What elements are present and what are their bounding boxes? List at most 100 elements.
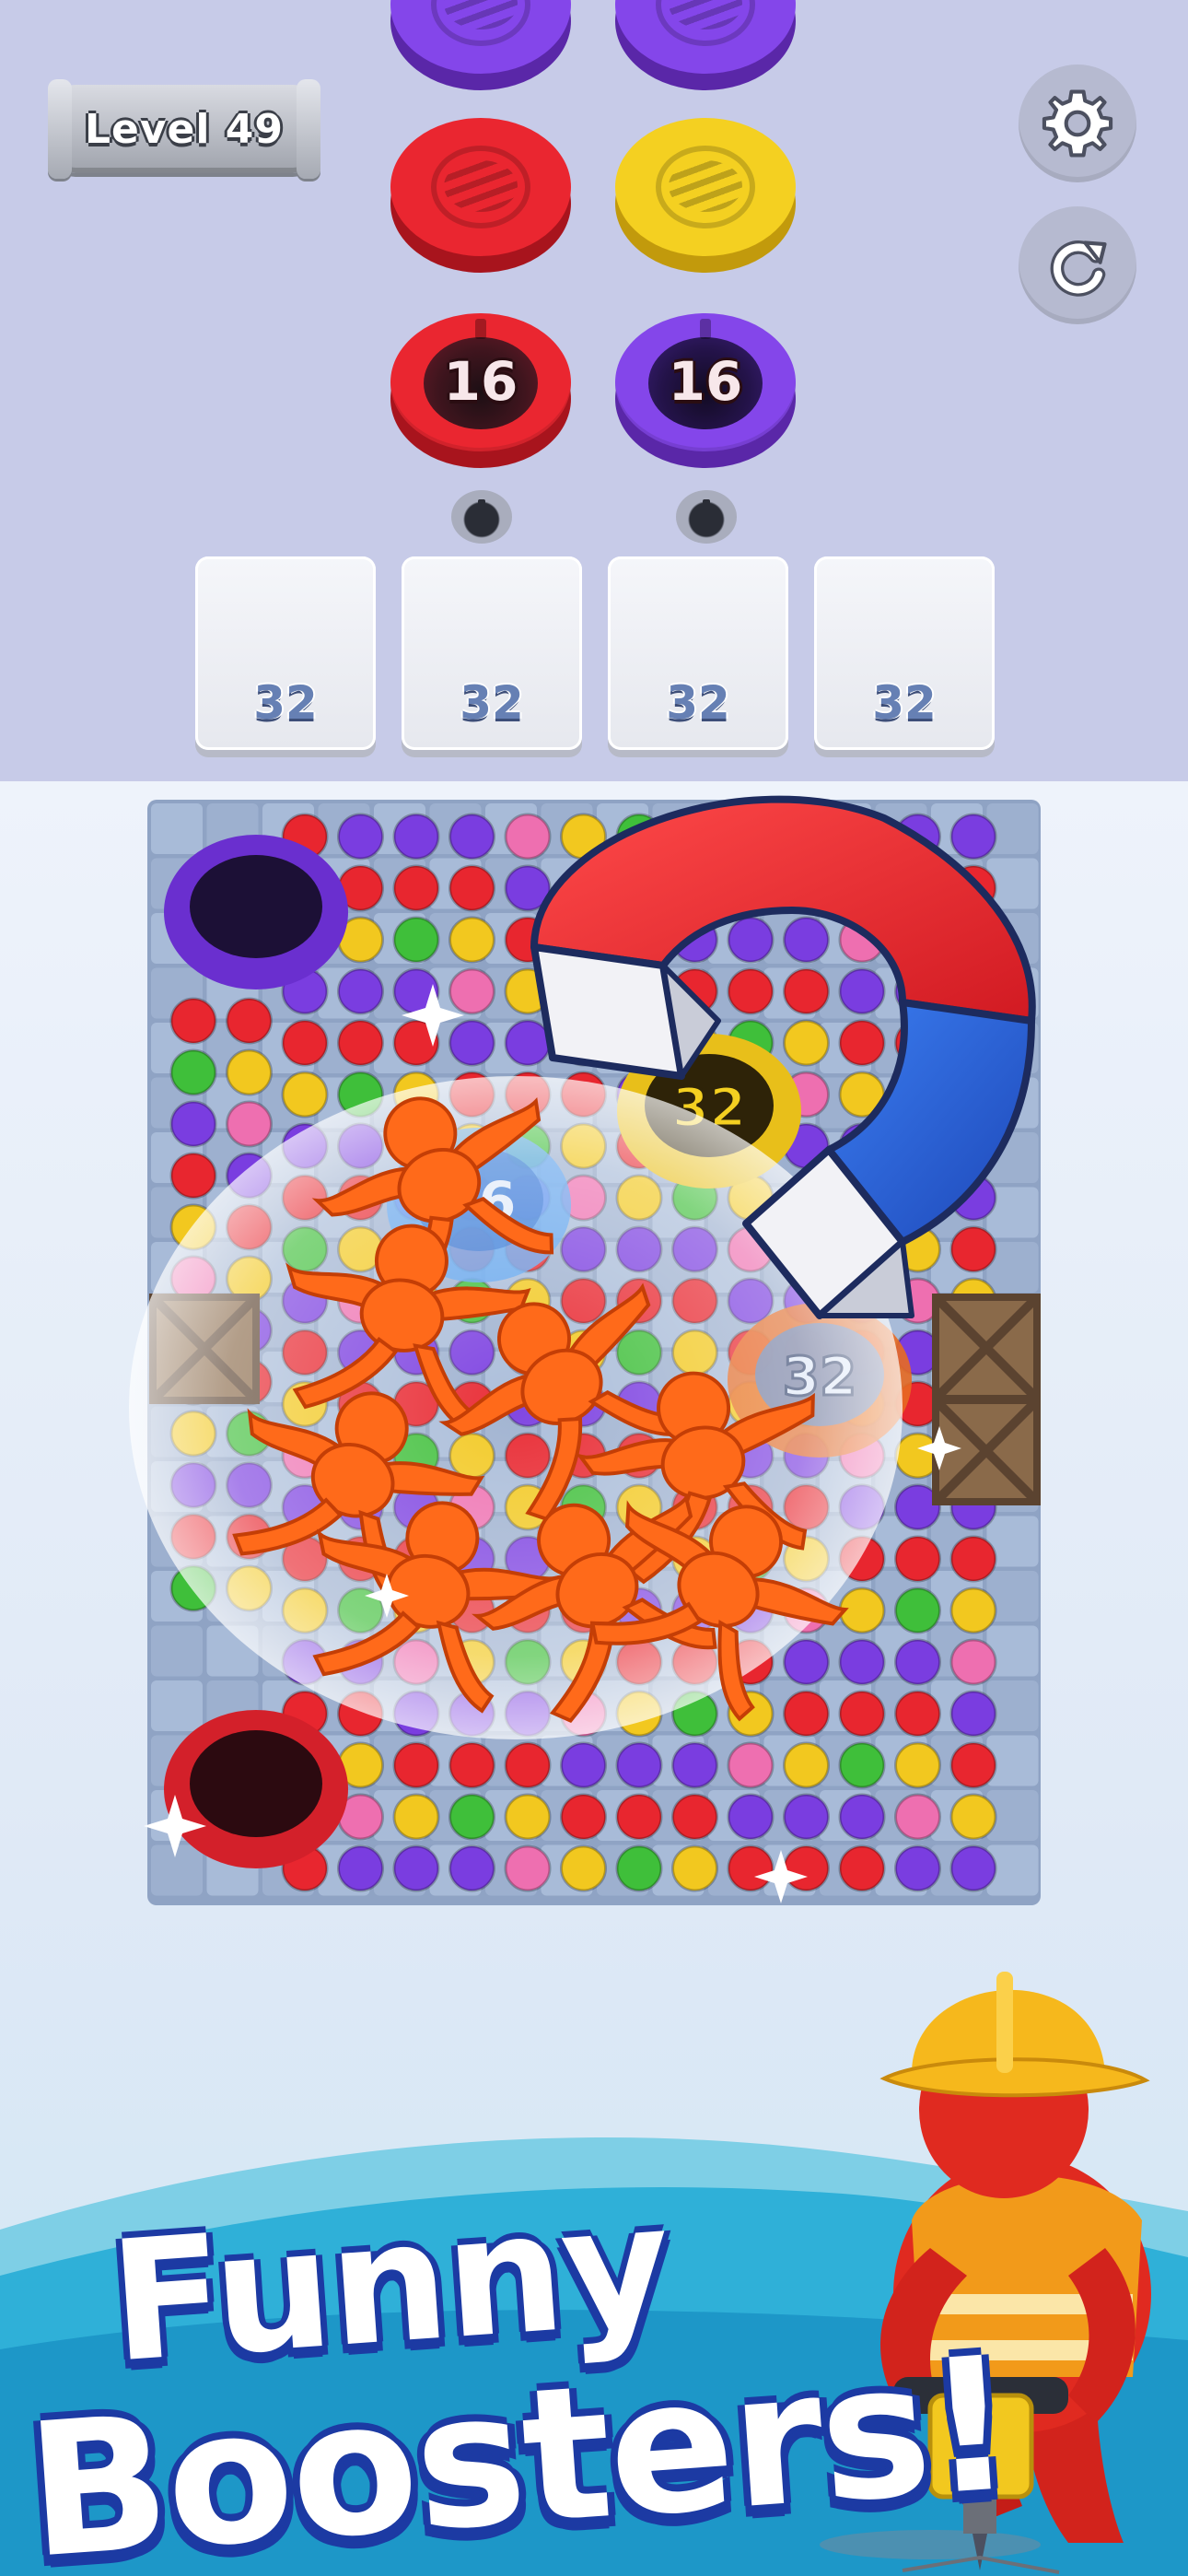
settings-button[interactable]: [1019, 64, 1136, 182]
crowd-person: [392, 813, 440, 861]
crowd-person: [671, 1844, 718, 1892]
purple-lid: [615, 0, 796, 90]
top-hud: Level 49 16 16 32 32 32 32: [0, 0, 1188, 781]
crowd-person: [504, 1844, 552, 1892]
level-badge: Level 49: [48, 79, 320, 179]
red-lid: [390, 118, 571, 273]
red-hole[interactable]: [164, 1710, 348, 1868]
crowd-person: [281, 1071, 329, 1118]
crowd-person: [727, 967, 775, 1015]
crowd-person: [783, 1638, 830, 1686]
crowd-person: [894, 1535, 941, 1583]
crowd-person: [169, 997, 217, 1045]
crowd-person: [392, 1741, 440, 1789]
crowd-person: [615, 1844, 663, 1892]
red-counter-cap[interactable]: 16: [390, 313, 571, 468]
crowd-person: [783, 967, 830, 1015]
crowd-person: [949, 813, 997, 861]
crowd-person: [949, 1587, 997, 1634]
crowd-person: [783, 1690, 830, 1738]
crowd-person: [392, 1793, 440, 1841]
crowd-person: [504, 1793, 552, 1841]
holding-slot[interactable]: 32: [814, 556, 995, 750]
crowd-person: [838, 1638, 886, 1686]
crowd-person: [949, 1793, 997, 1841]
crowd-person: [448, 1741, 495, 1789]
crowd-person: [894, 1793, 941, 1841]
board-tile: [151, 1625, 203, 1677]
gear-icon: [1042, 89, 1113, 158]
crowd-person: [226, 1048, 273, 1096]
purple-lid: [390, 0, 571, 90]
crowd-person: [615, 1741, 663, 1789]
crowd-person: [838, 1793, 886, 1841]
crowd-person: [783, 1793, 830, 1841]
slot-count: 32: [666, 676, 730, 730]
crowd-person: [949, 1535, 997, 1583]
crowd-person: [448, 916, 495, 964]
board-tile: [151, 1680, 203, 1731]
crowd-person: [448, 1793, 495, 1841]
crowd-person: [727, 1741, 775, 1789]
crowd-person: [727, 1844, 775, 1892]
crowd-person: [392, 1844, 440, 1892]
board-tile: [151, 1844, 203, 1896]
crowd-person: [727, 1793, 775, 1841]
holding-slot[interactable]: 32: [608, 556, 788, 750]
crowd-person: [894, 1741, 941, 1789]
purple-counter-cap[interactable]: 16: [615, 313, 796, 468]
crowd-person: [169, 1152, 217, 1200]
purple-hole[interactable]: [164, 835, 348, 989]
holding-slot[interactable]: 32: [402, 556, 582, 750]
crowd-person: [671, 1793, 718, 1841]
crowd-person: [337, 813, 384, 861]
crowd-person: [337, 1844, 384, 1892]
crowd-person: [894, 1587, 941, 1634]
crowd-person: [448, 1844, 495, 1892]
valve-icon: [676, 490, 737, 544]
crowd-person: [894, 1638, 941, 1686]
crowd-person: [337, 1019, 384, 1067]
crowd-person: [783, 1019, 830, 1067]
crowd-person: [281, 1019, 329, 1067]
restart-button[interactable]: [1019, 206, 1136, 324]
crowd-person: [560, 1741, 607, 1789]
crowd-person: [504, 1019, 552, 1067]
red-cap-count: 16: [443, 350, 518, 413]
crowd-person: [838, 1741, 886, 1789]
slot-count: 32: [460, 676, 524, 730]
restart-icon: [1050, 240, 1107, 297]
holding-slot[interactable]: 32: [195, 556, 376, 750]
crowd-person: [727, 916, 775, 964]
crowd-person: [337, 967, 384, 1015]
crowd-person: [226, 997, 273, 1045]
level-label: Level 49: [84, 105, 285, 153]
crowd-person: [560, 1844, 607, 1892]
purple-cap-count: 16: [668, 350, 743, 413]
crowd-person: [894, 1690, 941, 1738]
crowd-person: [169, 1048, 217, 1096]
crowd-person: [448, 813, 495, 861]
crowd-person: [392, 864, 440, 912]
crowd-person: [838, 1019, 886, 1067]
crowd-person: [783, 1741, 830, 1789]
crowd-person: [615, 1793, 663, 1841]
crowd-person: [838, 967, 886, 1015]
crowd-person: [448, 1019, 495, 1067]
crowd-person: [949, 1690, 997, 1738]
crowd-person: [949, 1741, 997, 1789]
slot-count: 32: [872, 676, 937, 730]
crowd-person: [560, 1793, 607, 1841]
crowd-person: [226, 1100, 273, 1148]
crowd-person: [392, 916, 440, 964]
promo-title: Funny Boosters!: [21, 2169, 1018, 2576]
crowd-person: [448, 864, 495, 912]
slot-count: 32: [253, 676, 318, 730]
yellow-lid: [615, 118, 796, 273]
crowd-person: [783, 916, 830, 964]
crowd-person: [448, 967, 495, 1015]
crowd-person: [504, 1741, 552, 1789]
crowd-person: [949, 1638, 997, 1686]
crate: [932, 1294, 1041, 1402]
crowd-person: [671, 1741, 718, 1789]
